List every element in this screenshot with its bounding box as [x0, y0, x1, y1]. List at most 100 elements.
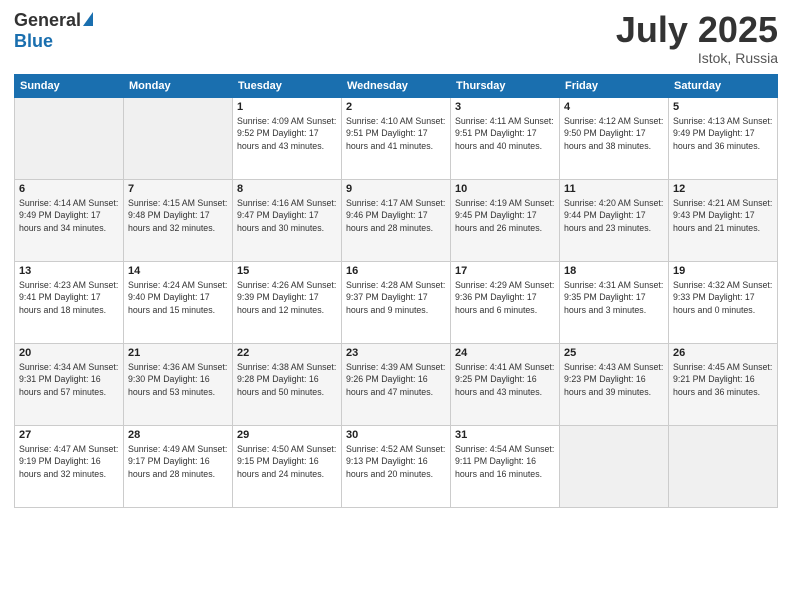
table-row: 6 Sunrise: 4:14 AM Sunset: 9:49 PM Daylig…	[15, 179, 124, 261]
table-row	[560, 425, 669, 507]
col-wednesday: Wednesday	[342, 74, 451, 97]
table-row: 7 Sunrise: 4:15 AM Sunset: 9:48 PM Daylig…	[124, 179, 233, 261]
day-number: 8	[237, 183, 337, 195]
table-row	[15, 97, 124, 179]
day-detail: Sunrise: 4:52 AM Sunset: 9:13 PM Dayligh…	[346, 443, 446, 481]
logo-triangle-icon	[83, 12, 93, 26]
day-detail: Sunrise: 4:21 AM Sunset: 9:43 PM Dayligh…	[673, 197, 773, 235]
table-row	[124, 97, 233, 179]
day-detail: Sunrise: 4:28 AM Sunset: 9:37 PM Dayligh…	[346, 279, 446, 317]
header-row: Sunday Monday Tuesday Wednesday Thursday…	[15, 74, 778, 97]
table-row: 5 Sunrise: 4:13 AM Sunset: 9:49 PM Daylig…	[669, 97, 778, 179]
table-row: 12 Sunrise: 4:21 AM Sunset: 9:43 PM Dayli…	[669, 179, 778, 261]
table-row: 20 Sunrise: 4:34 AM Sunset: 9:31 PM Dayli…	[15, 343, 124, 425]
table-row: 16 Sunrise: 4:28 AM Sunset: 9:37 PM Dayli…	[342, 261, 451, 343]
table-row: 26 Sunrise: 4:45 AM Sunset: 9:21 PM Dayli…	[669, 343, 778, 425]
table-row: 27 Sunrise: 4:47 AM Sunset: 9:19 PM Dayli…	[15, 425, 124, 507]
day-number: 14	[128, 265, 228, 277]
table-row: 22Sunrise: 4:38 AM Sunset: 9:28 PM Dayli…	[233, 343, 342, 425]
day-detail: Sunrise: 4:32 AM Sunset: 9:33 PM Dayligh…	[673, 279, 773, 317]
day-number: 19	[673, 265, 773, 277]
day-detail: Sunrise: 4:23 AM Sunset: 9:41 PM Dayligh…	[19, 279, 119, 317]
table-row	[669, 425, 778, 507]
logo-general: General	[14, 10, 81, 31]
day-detail: Sunrise: 4:13 AM Sunset: 9:49 PM Dayligh…	[673, 115, 773, 153]
day-number: 21	[128, 347, 228, 359]
day-detail: Sunrise: 4:41 AM Sunset: 9:25 PM Dayligh…	[455, 361, 555, 399]
day-detail: Sunrise: 4:11 AM Sunset: 9:51 PM Dayligh…	[455, 115, 555, 153]
day-detail: Sunrise: 4:09 AM Sunset: 9:52 PM Dayligh…	[237, 115, 337, 153]
day-detail: Sunrise: 4:45 AM Sunset: 9:21 PM Dayligh…	[673, 361, 773, 399]
table-row: 3 Sunrise: 4:11 AM Sunset: 9:51 PM Daylig…	[451, 97, 560, 179]
calendar-week-4: 20 Sunrise: 4:34 AM Sunset: 9:31 PM Dayli…	[15, 343, 778, 425]
calendar: Sunday Monday Tuesday Wednesday Thursday…	[14, 74, 778, 508]
table-row: 13Sunrise: 4:23 AM Sunset: 9:41 PM Dayli…	[15, 261, 124, 343]
table-row: 30 Sunrise: 4:52 AM Sunset: 9:13 PM Dayli…	[342, 425, 451, 507]
day-detail: Sunrise: 4:50 AM Sunset: 9:15 PM Dayligh…	[237, 443, 337, 481]
day-detail: Sunrise: 4:17 AM Sunset: 9:46 PM Dayligh…	[346, 197, 446, 235]
table-row: 24 Sunrise: 4:41 AM Sunset: 9:25 PM Dayli…	[451, 343, 560, 425]
calendar-week-2: 6 Sunrise: 4:14 AM Sunset: 9:49 PM Daylig…	[15, 179, 778, 261]
day-number: 7	[128, 183, 228, 195]
day-detail: Sunrise: 4:10 AM Sunset: 9:51 PM Dayligh…	[346, 115, 446, 153]
day-detail: Sunrise: 4:31 AM Sunset: 9:35 PM Dayligh…	[564, 279, 664, 317]
calendar-week-1: 1 Sunrise: 4:09 AM Sunset: 9:52 PM Daylig…	[15, 97, 778, 179]
day-number: 1	[237, 101, 337, 113]
day-number: 18	[564, 265, 664, 277]
logo-text: General	[14, 10, 93, 31]
day-number: 28	[128, 429, 228, 441]
day-detail: Sunrise: 4:34 AM Sunset: 9:31 PM Dayligh…	[19, 361, 119, 399]
day-number: 5	[673, 101, 773, 113]
day-detail: Sunrise: 4:16 AM Sunset: 9:47 PM Dayligh…	[237, 197, 337, 235]
day-detail: Sunrise: 4:36 AM Sunset: 9:30 PM Dayligh…	[128, 361, 228, 399]
day-detail: Sunrise: 4:15 AM Sunset: 9:48 PM Dayligh…	[128, 197, 228, 235]
day-detail: Sunrise: 4:26 AM Sunset: 9:39 PM Dayligh…	[237, 279, 337, 317]
day-number: 17	[455, 265, 555, 277]
day-number: 4	[564, 101, 664, 113]
day-number: 24	[455, 347, 555, 359]
table-row: 8 Sunrise: 4:16 AM Sunset: 9:47 PM Daylig…	[233, 179, 342, 261]
day-detail: Sunrise: 4:54 AM Sunset: 9:11 PM Dayligh…	[455, 443, 555, 481]
location: Istok, Russia	[616, 50, 778, 66]
day-number: 9	[346, 183, 446, 195]
title-section: July 2025 Istok, Russia	[616, 10, 778, 66]
day-number: 27	[19, 429, 119, 441]
calendar-week-5: 27 Sunrise: 4:47 AM Sunset: 9:19 PM Dayli…	[15, 425, 778, 507]
day-detail: Sunrise: 4:19 AM Sunset: 9:45 PM Dayligh…	[455, 197, 555, 235]
day-number: 20	[19, 347, 119, 359]
col-saturday: Saturday	[669, 74, 778, 97]
day-detail: Sunrise: 4:20 AM Sunset: 9:44 PM Dayligh…	[564, 197, 664, 235]
table-row: 25Sunrise: 4:43 AM Sunset: 9:23 PM Dayli…	[560, 343, 669, 425]
day-number: 15	[237, 265, 337, 277]
day-number: 23	[346, 347, 446, 359]
table-row: 15 Sunrise: 4:26 AM Sunset: 9:39 PM Dayli…	[233, 261, 342, 343]
table-row: 14 Sunrise: 4:24 AM Sunset: 9:40 PM Dayli…	[124, 261, 233, 343]
day-detail: Sunrise: 4:39 AM Sunset: 9:26 PM Dayligh…	[346, 361, 446, 399]
day-detail: Sunrise: 4:24 AM Sunset: 9:40 PM Dayligh…	[128, 279, 228, 317]
col-thursday: Thursday	[451, 74, 560, 97]
table-row: 21 Sunrise: 4:36 AM Sunset: 9:30 PM Dayli…	[124, 343, 233, 425]
table-row: 9 Sunrise: 4:17 AM Sunset: 9:46 PM Daylig…	[342, 179, 451, 261]
day-number: 11	[564, 183, 664, 195]
day-detail: Sunrise: 4:14 AM Sunset: 9:49 PM Dayligh…	[19, 197, 119, 235]
day-number: 6	[19, 183, 119, 195]
logo: General Blue	[14, 10, 93, 52]
col-monday: Monday	[124, 74, 233, 97]
day-number: 30	[346, 429, 446, 441]
page: General Blue July 2025 Istok, Russia Sun…	[0, 0, 792, 612]
day-number: 2	[346, 101, 446, 113]
day-number: 12	[673, 183, 773, 195]
header: General Blue July 2025 Istok, Russia	[14, 10, 778, 66]
day-number: 3	[455, 101, 555, 113]
day-number: 16	[346, 265, 446, 277]
table-row: 19 Sunrise: 4:32 AM Sunset: 9:33 PM Dayli…	[669, 261, 778, 343]
day-detail: Sunrise: 4:47 AM Sunset: 9:19 PM Dayligh…	[19, 443, 119, 481]
day-number: 26	[673, 347, 773, 359]
logo-blue: Blue	[14, 31, 53, 52]
col-sunday: Sunday	[15, 74, 124, 97]
day-detail: Sunrise: 4:12 AM Sunset: 9:50 PM Dayligh…	[564, 115, 664, 153]
table-row: 2 Sunrise: 4:10 AM Sunset: 9:51 PM Daylig…	[342, 97, 451, 179]
col-friday: Friday	[560, 74, 669, 97]
table-row: 17 Sunrise: 4:29 AM Sunset: 9:36 PM Dayli…	[451, 261, 560, 343]
day-detail: Sunrise: 4:29 AM Sunset: 9:36 PM Dayligh…	[455, 279, 555, 317]
